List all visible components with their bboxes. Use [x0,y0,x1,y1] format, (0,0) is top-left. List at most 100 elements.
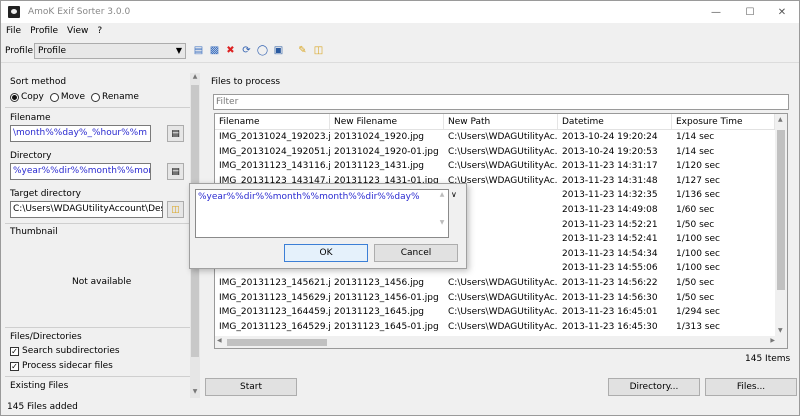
table-horizontal-scrollbar[interactable]: ◀ ▶ [215,336,777,348]
table-cell: 1/294 sec [676,307,720,318]
chevron-down-icon: ▼ [175,46,182,55]
menu-profile[interactable]: Profile [30,26,58,36]
table-cell: IMG_20131123_143116.j... [219,161,330,172]
table-cell: 1/136 sec [676,190,720,201]
column-filename[interactable]: Filename [215,114,330,129]
items-count: 145 Items [745,354,791,364]
table-cell: 1/100 sec [676,248,720,259]
scrollbar-thumb[interactable] [227,339,327,346]
divider [5,327,190,328]
pattern-editor-dialog: %year%%dir%%month%%month%%dir%%day% ▲ ▼ ∨… [189,183,467,269]
table-cell: 2013-11-23 14:49:08 [562,205,658,215]
chevron-down-icon[interactable]: ∨ [451,190,457,199]
textarea-scrollbar[interactable]: ▲ ▼ [437,191,447,236]
filename-pattern-input[interactable]: \month%%day%_%hour%%m [10,125,151,142]
column-new-filename[interactable]: New Filename [330,114,444,129]
scroll-up-icon[interactable]: ▲ [190,73,200,83]
window-icon[interactable]: ▣ [273,45,284,56]
menu-view[interactable]: View [67,26,88,36]
new-profile-icon[interactable]: ▤ [193,45,204,56]
table-row[interactable]: IMG_20131123_164459.j... 20131123_1645.jp… [215,306,775,319]
minimize-icon[interactable]: — [699,1,733,23]
status-bar: 145 Files added [7,402,78,412]
process-sidecar-checkbox[interactable]: ✓ Process sidecar files [10,361,113,371]
search-subdirectories-checkbox[interactable]: ✓ Search subdirectories [10,346,120,356]
ok-button[interactable]: OK [284,244,368,262]
save-icon[interactable]: ▩ [209,45,220,56]
divider [5,223,190,224]
radio-copy[interactable]: Copy [10,92,44,102]
filter-input[interactable]: Filter [213,94,789,110]
folder-icon[interactable]: ◫ [313,45,324,56]
table-cell: 1/14 sec [676,132,715,142]
table-cell: 2013-11-23 14:52:41 [562,234,658,245]
filename-pattern-button[interactable]: ▤ [167,125,184,142]
table-cell: 1/313 sec [676,321,720,332]
edit-icon[interactable]: ✎ [297,45,308,56]
table-cell: 20131123_1456.jpg [334,278,424,288]
delete-icon[interactable]: ✖ [225,45,236,56]
scrollbar-thumb[interactable] [777,130,785,290]
toolbar: Profile: Profile ▼ [1,39,799,63]
table-cell: C:\Users\WDAGUtilityAc... [448,292,558,303]
table-cell: 1/100 sec [676,263,720,274]
column-datetime[interactable]: Datetime [558,114,672,129]
column-exposure-time[interactable]: Exposure Time [672,114,775,129]
table-cell: 1/100 sec [676,234,720,245]
scroll-down-icon[interactable]: ▼ [190,388,200,398]
settings-icon[interactable]: ◯ [257,45,268,56]
table-header: Filename New Filename New Path Datetime … [215,114,775,130]
title-bar: AmoK Exif Sorter 3.0.0 — ☐ ✕ [1,1,799,23]
radio-move[interactable]: Move [49,92,85,102]
table-cell: C:\Users\WDAGUtilityAc... [448,278,558,288]
directory-pattern-button[interactable]: ▤ [167,163,184,180]
table-row[interactable]: IMG_20131123_145629.j... 20131123_1456-01… [215,292,775,305]
files-button[interactable]: Files... [705,378,797,396]
app-icon [8,6,20,18]
table-cell: 1/120 sec [676,161,720,172]
table-cell: 2013-11-23 16:45:30 [562,321,658,332]
table-row[interactable]: IMG_20131024_192051.j... 20131024_1920-01… [215,146,775,159]
table-cell: C:\Users\WDAGUtilityAc... [448,132,558,142]
table-row[interactable]: IMG_20131123_164529.j... 20131123_1645-01… [215,321,775,334]
directory-button[interactable]: Directory... [608,378,700,396]
main-window: AmoK Exif Sorter 3.0.0 — ☐ ✕ File Profil… [0,0,800,416]
scroll-down-icon[interactable]: ▼ [778,327,783,334]
table-cell: 2013-11-23 14:52:21 [562,219,658,230]
table-cell: IMG_20131123_145621.j... [219,278,330,288]
files-to-process-label: Files to process [211,77,281,87]
directory-pattern-input[interactable]: %year%%dir%%month%%mon [10,163,151,180]
profile-select[interactable]: Profile ▼ [34,43,186,59]
browse-folder-icon[interactable]: ◫ [167,201,184,218]
settings-panel: Sort method Copy Move Rename Filename \m… [5,63,190,393]
scroll-up-icon[interactable]: ▲ [778,116,783,123]
maximize-icon[interactable]: ☐ [733,1,767,23]
pattern-textarea[interactable]: %year%%dir%%month%%month%%dir%%day% ▲ ▼ [195,189,449,238]
divider [5,376,190,377]
target-directory-input[interactable]: C:\Users\WDAGUtilityAccount\Deskt [10,201,163,218]
table-vertical-scrollbar[interactable]: ▲ ▼ [775,114,787,348]
refresh-icon[interactable]: ⟳ [241,45,252,56]
scroll-right-icon[interactable]: ▶ [770,337,775,344]
table-cell: 20131123_1645-01.jpg [334,321,439,332]
thumbnail-not-available: Not available [72,277,132,287]
scroll-left-icon[interactable]: ◀ [217,337,222,344]
table-cell: 1/50 sec [676,278,715,288]
table-cell: 2013-11-23 14:55:06 [562,263,658,274]
table-cell: C:\Users\WDAGUtilityAc... [448,307,558,318]
table-row[interactable]: IMG_20131024_192023.j... 20131024_1920.jp… [215,131,775,144]
cancel-button[interactable]: Cancel [374,244,458,262]
table-cell: 1/50 sec [676,219,715,230]
table-cell: 1/60 sec [676,205,715,215]
menu-file[interactable]: File [6,26,21,36]
table-cell: 20131123_1456-01.jpg [334,292,439,303]
table-cell: C:\Users\WDAGUtilityAc... [448,161,558,172]
close-icon[interactable]: ✕ [765,1,799,23]
table-row[interactable]: IMG_20131123_145621.j... 20131123_1456.jp… [215,277,775,290]
menu-help[interactable]: ? [97,26,102,36]
directory-label: Directory [10,151,52,161]
radio-rename[interactable]: Rename [90,92,139,102]
column-new-path[interactable]: New Path [444,114,558,129]
start-button[interactable]: Start [205,378,297,396]
table-row[interactable]: IMG_20131123_143116.j... 20131123_1431.jp… [215,160,775,173]
